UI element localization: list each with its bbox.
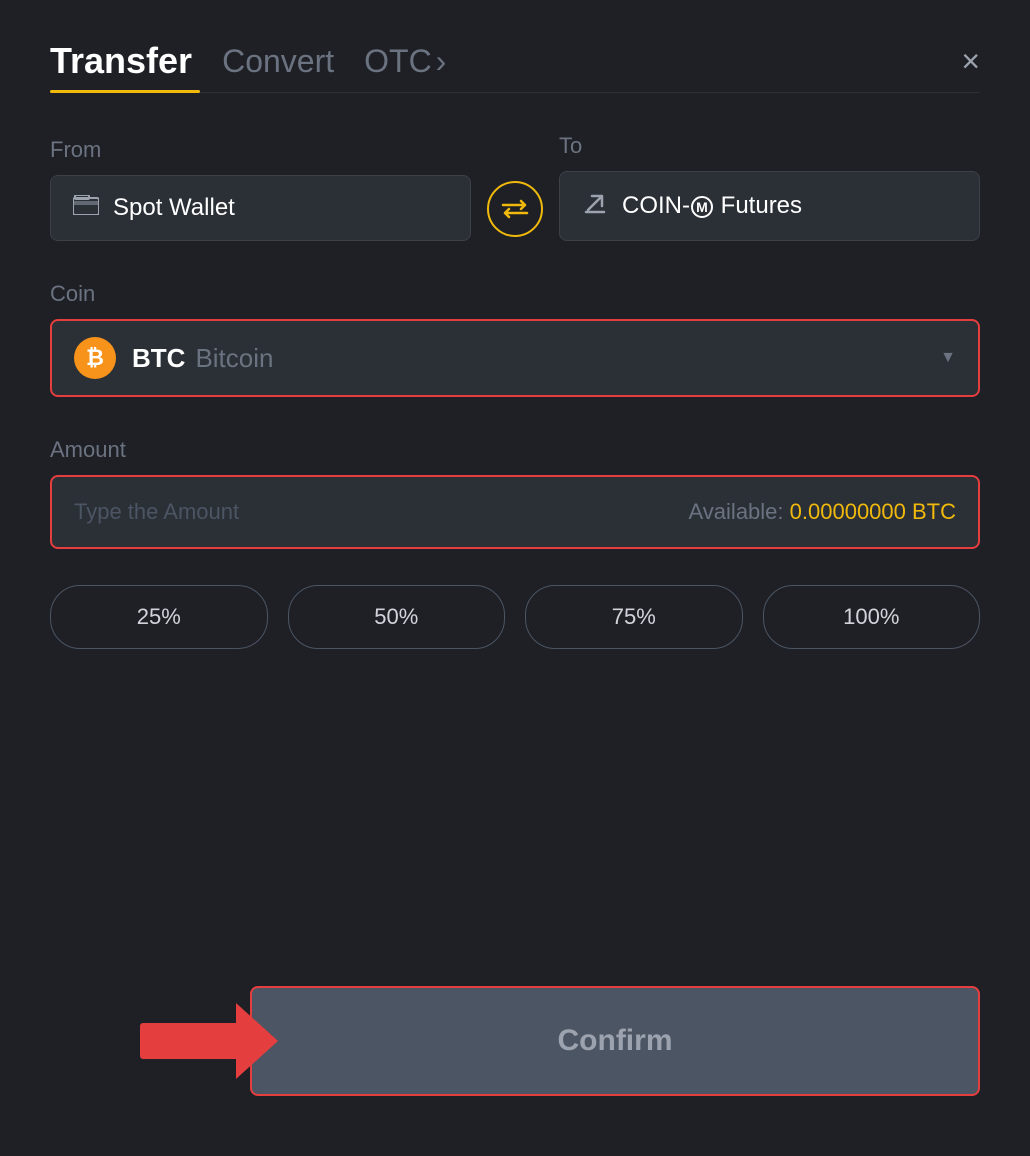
pct-25-button[interactable]: 25% xyxy=(50,585,268,649)
to-group: To COIN-M Futures xyxy=(559,133,980,241)
amount-placeholder: Type the Amount xyxy=(74,499,239,525)
coin-dropdown-arrow: ▼ xyxy=(940,349,956,367)
circled-m: M xyxy=(691,196,713,218)
from-wallet-name: Spot Wallet xyxy=(113,194,235,222)
coin-label: Coin xyxy=(50,281,980,307)
modal-header: Transfer Convert OTC › × xyxy=(50,40,980,82)
tab-divider xyxy=(50,92,980,93)
pct-75-button[interactable]: 75% xyxy=(525,585,743,649)
to-label: To xyxy=(559,133,980,159)
confirm-button[interactable]: Confirm xyxy=(250,986,980,1096)
to-wallet-box[interactable]: COIN-M Futures xyxy=(559,171,980,241)
from-group: From Spot Wallet xyxy=(50,137,471,241)
tab-convert[interactable]: Convert xyxy=(222,43,334,80)
amount-available: Available: 0.00000000 BTC xyxy=(689,499,956,525)
swap-wrapper xyxy=(471,181,559,241)
close-button[interactable]: × xyxy=(961,45,980,77)
from-to-section: From Spot Wallet xyxy=(50,133,980,241)
pct-100-button[interactable]: 100% xyxy=(763,585,981,649)
active-tab-indicator xyxy=(50,90,200,93)
otc-chevron: › xyxy=(436,43,447,80)
amount-section: Amount Type the Amount Available: 0.0000… xyxy=(50,437,980,549)
btc-icon: ₿ xyxy=(74,337,116,379)
from-label: From xyxy=(50,137,471,163)
arrow-wrapper xyxy=(50,1023,250,1059)
tab-transfer[interactable]: Transfer xyxy=(50,40,192,82)
coin-selector[interactable]: ₿ BTC Bitcoin ▼ xyxy=(50,319,980,397)
coin-symbol: BTC xyxy=(132,343,185,374)
percentage-buttons: 25% 50% 75% 100% xyxy=(50,585,980,649)
swap-button[interactable] xyxy=(487,181,543,237)
to-futures-name: COIN-M Futures xyxy=(622,192,802,220)
from-wallet-box[interactable]: Spot Wallet xyxy=(50,175,471,241)
amount-label: Amount xyxy=(50,437,980,463)
available-value: 0.00000000 BTC xyxy=(790,499,956,524)
spacer xyxy=(50,709,980,986)
coin-section: Coin ₿ BTC Bitcoin ▼ xyxy=(50,281,980,397)
tab-otc[interactable]: OTC › xyxy=(364,43,446,80)
red-arrow-icon xyxy=(140,1023,240,1059)
transfer-modal: Transfer Convert OTC › × From Spot Walle xyxy=(0,0,1030,1156)
available-label: Available: xyxy=(689,499,784,524)
bottom-section: Confirm xyxy=(50,986,980,1096)
futures-icon xyxy=(582,190,608,222)
pct-50-button[interactable]: 50% xyxy=(288,585,506,649)
wallet-icon xyxy=(73,195,99,221)
amount-input-box[interactable]: Type the Amount Available: 0.00000000 BT… xyxy=(50,475,980,549)
coin-full-name: Bitcoin xyxy=(195,343,273,374)
